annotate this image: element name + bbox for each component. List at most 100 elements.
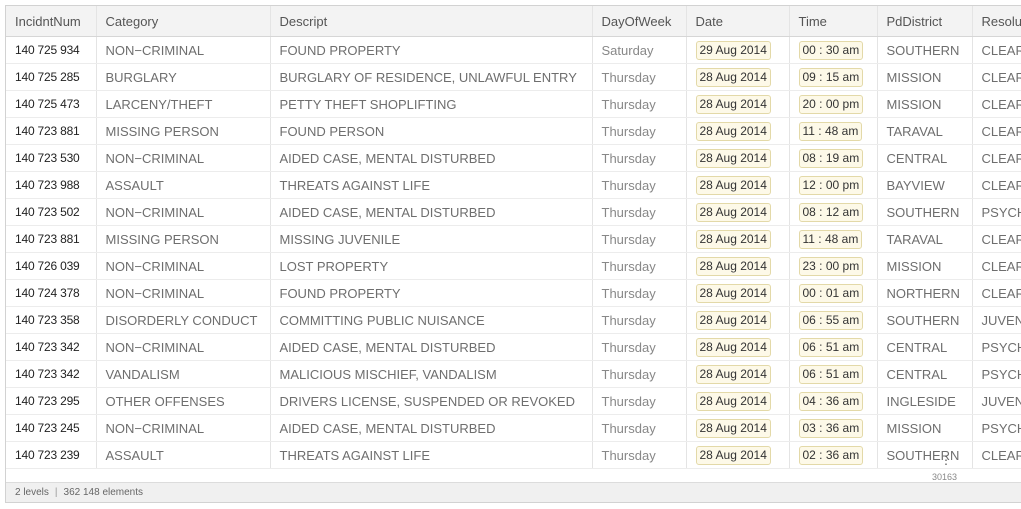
column-header-incidntnum[interactable]: IncidntNum [6, 6, 97, 37]
cell-incidntnum: 140 723 988 [6, 171, 97, 199]
cell-dayofweek: Thursday [592, 252, 687, 280]
cell-category: LARCENY/THEFT [96, 90, 271, 118]
cell-category: VANDALISM [96, 360, 271, 388]
more-rows-indicator[interactable]: ⋮ [940, 454, 952, 466]
cell-time: 08 : 19 am [789, 144, 878, 172]
table-row[interactable]: 140 723 245 NON−CRIMINAL AIDED CASE, MENTA… [6, 414, 1021, 442]
cell-pddistrict: MISSION [877, 90, 973, 118]
cell-time: 11 : 48 am [789, 117, 878, 145]
cell-category: NON−CRIMINAL [96, 333, 271, 361]
table-row[interactable]: 140 723 988 ASSAULT THREATS AGAINST LIFE Th… [6, 171, 1021, 199]
cell-category: OTHER OFFENSES [96, 387, 271, 415]
table-row[interactable]: 140 725 473 LARCENY/THEFT PETTY THEFT SHOP… [6, 90, 1021, 118]
cell-pddistrict: MISSION [877, 63, 973, 91]
cell-pddistrict: TARAVAL [877, 117, 973, 145]
cell-dayofweek: Thursday [592, 306, 687, 334]
cell-pddistrict: BAYVIEW [877, 171, 973, 199]
date-chip: 28 Aug 2014 [695, 283, 771, 303]
cell-resolution: CLEAR [972, 441, 1021, 469]
cell-date: 28 Aug 2014 [686, 198, 790, 226]
cell-pddistrict: CENTRAL [877, 360, 973, 388]
cell-date: 28 Aug 2014 [686, 225, 790, 253]
table-row[interactable]: 140 723 530 NON−CRIMINAL AIDED CASE, MENTA… [6, 144, 1021, 172]
cell-descript: COMMITTING PUBLIC NUISANCE [270, 306, 593, 334]
cell-resolution: CLEAR [972, 252, 1021, 280]
cell-descript: PETTY THEFT SHOPLIFTING [270, 90, 593, 118]
cell-descript: AIDED CASE, MENTAL DISTURBED [270, 333, 593, 361]
cell-resolution: JUVEN [972, 306, 1021, 334]
cell-date: 28 Aug 2014 [686, 414, 790, 442]
cell-category: NON−CRIMINAL [96, 279, 271, 307]
table-row[interactable]: 140 723 295 OTHER OFFENSES DRIVERS LICENSE… [6, 387, 1021, 415]
date-chip: 28 Aug 2014 [695, 445, 771, 465]
column-header-descript[interactable]: Descript [270, 6, 593, 37]
cell-category: BURGLARY [96, 63, 271, 91]
column-header-time[interactable]: Time [789, 6, 878, 37]
cell-date: 28 Aug 2014 [686, 333, 790, 361]
cell-dayofweek: Thursday [592, 171, 687, 199]
column-header-category[interactable]: Category [96, 6, 271, 37]
cell-descript: FOUND PERSON [270, 117, 593, 145]
cell-descript: DRIVERS LICENSE, SUSPENDED OR REVOKED [270, 387, 593, 415]
date-chip: 28 Aug 2014 [695, 337, 771, 357]
column-header-resolution[interactable]: Resolut [972, 6, 1021, 37]
table-row[interactable]: 140 723 342 NON−CRIMINAL AIDED CASE, MENTA… [6, 333, 1021, 361]
cell-category: MISSING PERSON [96, 117, 271, 145]
cell-descript: AIDED CASE, MENTAL DISTURBED [270, 414, 593, 442]
time-chip: 08 : 19 am [798, 148, 864, 168]
cell-time: 04 : 36 am [789, 387, 878, 415]
cell-date: 29 Aug 2014 [686, 36, 790, 64]
cell-dayofweek: Thursday [592, 333, 687, 361]
time-chip: 20 : 00 pm [798, 94, 864, 114]
table-row[interactable]: 140 725 285 BURGLARY BURGLARY OF RESIDENCE… [6, 63, 1021, 91]
column-header-date[interactable]: Date [686, 6, 790, 37]
date-chip: 28 Aug 2014 [695, 256, 771, 276]
cell-pddistrict: SOUTHERN [877, 441, 973, 469]
cell-incidntnum: 140 723 245 [6, 414, 97, 442]
time-chip: 09 : 15 am [798, 67, 864, 87]
date-chip: 28 Aug 2014 [695, 310, 771, 330]
date-chip: 28 Aug 2014 [695, 121, 771, 141]
date-chip: 28 Aug 2014 [695, 148, 771, 168]
cell-descript: LOST PROPERTY [270, 252, 593, 280]
table-row[interactable]: 140 723 239 ASSAULT THREATS AGAINST LIFE Th… [6, 441, 1021, 469]
cell-incidntnum: 140 723 881 [6, 225, 97, 253]
date-chip: 28 Aug 2014 [695, 229, 771, 249]
cell-incidntnum: 140 723 342 [6, 333, 97, 361]
date-chip: 28 Aug 2014 [695, 94, 771, 114]
column-header-dayofweek[interactable]: DayOfWeek [592, 6, 687, 37]
table-row[interactable]: 140 726 039 NON−CRIMINAL LOST PROPERTY Thur… [6, 252, 1021, 280]
cell-dayofweek: Thursday [592, 279, 687, 307]
cell-pddistrict: SOUTHERN [877, 306, 973, 334]
table-row[interactable]: 140 723 502 NON−CRIMINAL AIDED CASE, MENTA… [6, 198, 1021, 226]
cell-time: 00 : 30 am [789, 36, 878, 64]
cell-incidntnum: 140 723 239 [6, 441, 97, 469]
cell-resolution: CLEAR [972, 144, 1021, 172]
column-header-pddistrict[interactable]: PdDistrict [877, 6, 973, 37]
table-row[interactable]: 140 723 881 MISSING PERSON MISSING JUVENIL… [6, 225, 1021, 253]
table-row[interactable]: 140 723 358 DISORDERLY CONDUCT COMMITTING … [6, 306, 1021, 334]
cell-dayofweek: Thursday [592, 90, 687, 118]
cell-date: 28 Aug 2014 [686, 63, 790, 91]
cell-time: 23 : 00 pm [789, 252, 878, 280]
cell-dayofweek: Thursday [592, 360, 687, 388]
cell-descript: THREATS AGAINST LIFE [270, 441, 593, 469]
cell-pddistrict: SOUTHERN [877, 36, 973, 64]
cell-pddistrict: TARAVAL [877, 225, 973, 253]
table-row[interactable]: 140 725 934 NON−CRIMINAL FOUND PROPERTY Sat… [6, 36, 1021, 64]
status-separator: | [54, 487, 58, 498]
cell-incidntnum: 140 724 378 [6, 279, 97, 307]
table-row[interactable]: 140 723 342 VANDALISM MALICIOUS MISCHIEF, … [6, 360, 1021, 388]
table-row[interactable]: 140 724 378 NON−CRIMINAL FOUND PROPERTY Thu… [6, 279, 1021, 307]
cell-category: MISSING PERSON [96, 225, 271, 253]
cell-date: 28 Aug 2014 [686, 171, 790, 199]
cell-descript: AIDED CASE, MENTAL DISTURBED [270, 144, 593, 172]
time-chip: 04 : 36 am [798, 391, 864, 411]
time-chip: 23 : 00 pm [798, 256, 864, 276]
table-row[interactable]: 140 723 881 MISSING PERSON FOUND PERSON Thu… [6, 117, 1021, 145]
cell-descript: FOUND PROPERTY [270, 36, 593, 64]
cell-category: NON−CRIMINAL [96, 414, 271, 442]
cell-time: 00 : 01 am [789, 279, 878, 307]
cell-incidntnum: 140 723 295 [6, 387, 97, 415]
cell-dayofweek: Thursday [592, 387, 687, 415]
